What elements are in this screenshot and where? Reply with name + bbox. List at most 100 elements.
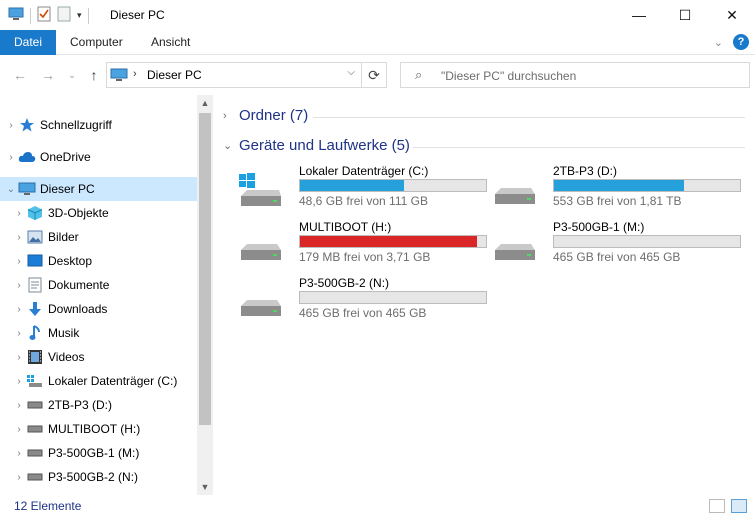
drive-tile-m[interactable]: P3-500GB-1 (M:) 465 GB frei von 465 GB — [491, 220, 741, 272]
up-arrow-icon[interactable]: ↑ — [84, 65, 104, 85]
expand-chevron-icon[interactable]: › — [4, 152, 18, 163]
sidebar-item-onedrive[interactable]: › OneDrive — [0, 145, 197, 169]
address-bar[interactable]: › Dieser PC ⌵ — [106, 62, 362, 88]
drive-name: P3-500GB-1 (M:) — [553, 220, 645, 234]
drive-tile-n[interactable]: P3-500GB-2 (N:) 465 GB frei von 465 GB — [237, 276, 487, 328]
drive-name: MULTIBOOT (H:) — [299, 220, 392, 234]
customize-toolbar-chevron-icon[interactable]: ▾ — [77, 10, 82, 21]
expand-chevron-icon[interactable]: › — [12, 304, 26, 315]
minimize-button[interactable]: — — [616, 0, 662, 30]
tab-computer[interactable]: Computer — [58, 30, 135, 55]
windows-drive-icon — [237, 168, 283, 212]
scroll-up-arrow-icon[interactable]: ▲ — [197, 95, 213, 111]
sidebar-item-lokaler-datentraeger-c[interactable]: › Lokaler Datenträger (C:) — [0, 369, 197, 393]
drive-tile-h[interactable]: MULTIBOOT (H:) 179 MB frei von 3,71 GB — [237, 220, 487, 272]
drive-tile-d[interactable]: 2TB-P3 (D:) 553 GB frei von 1,81 TB — [491, 164, 741, 216]
film-icon — [26, 349, 44, 365]
expand-chevron-icon[interactable]: › — [12, 328, 26, 339]
group-header-ordner[interactable]: › Ordner (7) — [223, 107, 308, 124]
ribbon-tabs: Datei Computer Ansicht ⌄ ? — [0, 30, 755, 55]
group-header-geraete-und-laufwerke[interactable]: ⌄ Geräte und Laufwerke (5) — [223, 137, 410, 154]
sidebar-item-musik[interactable]: › Musik — [0, 321, 197, 345]
drive-name: Lokaler Datenträger (C:) — [299, 164, 429, 178]
windows-drive-icon — [26, 373, 44, 389]
drive-icon — [26, 469, 44, 485]
search-input[interactable]: ⌕ "Dieser PC" durchsuchen — [400, 62, 750, 88]
expand-chevron-icon[interactable]: › — [12, 280, 26, 291]
drive-icon — [237, 224, 283, 268]
expand-chevron-icon[interactable]: › — [12, 472, 26, 483]
drive-icon — [26, 421, 44, 437]
sidebar-item-label: Bilder — [48, 230, 79, 244]
sidebar-item-bilder[interactable]: › Bilder — [0, 225, 197, 249]
drive-usage-bar — [299, 179, 487, 192]
drive-free-space: 553 GB frei von 1,81 TB — [553, 194, 682, 208]
recent-locations-chevron-icon[interactable]: ⌄ — [62, 65, 82, 85]
sidebar-item-multiboot-h[interactable]: › MULTIBOOT (H:) — [0, 417, 197, 441]
collapse-chevron-icon[interactable]: ⌄ — [223, 139, 239, 152]
tab-ansicht[interactable]: Ansicht — [139, 30, 202, 55]
expand-chevron-icon[interactable]: › — [12, 208, 26, 219]
group-title: Geräte und Laufwerke (5) — [239, 137, 410, 154]
expand-ribbon-chevron-icon[interactable]: ⌄ — [714, 36, 723, 49]
drive-usage-bar — [553, 235, 741, 248]
sidebar-item-label: Dokumente — [48, 278, 110, 292]
back-arrow-icon[interactable]: ← — [10, 65, 30, 85]
documents-icon — [26, 277, 44, 293]
expand-chevron-icon[interactable]: › — [12, 448, 26, 459]
window-title: Dieser PC — [110, 8, 165, 22]
sidebar-scrollbar[interactable]: ▲ ▼ — [197, 95, 213, 495]
drive-icon — [491, 168, 537, 212]
scrollbar-thumb[interactable] — [199, 113, 211, 425]
expand-chevron-icon[interactable]: › — [12, 376, 26, 387]
forward-arrow-icon[interactable]: → — [38, 65, 58, 85]
sidebar-item-videos[interactable]: › Videos — [0, 345, 197, 369]
expand-chevron-icon[interactable]: › — [12, 256, 26, 267]
drive-icon — [26, 445, 44, 461]
close-button[interactable]: ✕ — [709, 0, 755, 30]
breadcrumb-separator-icon[interactable]: › — [133, 68, 137, 80]
drive-free-space: 179 MB frei von 3,71 GB — [299, 250, 431, 264]
breadcrumb[interactable]: Dieser PC — [147, 68, 202, 82]
sidebar-item-desktop[interactable]: › Desktop — [0, 249, 197, 273]
properties-icon[interactable] — [37, 6, 51, 25]
expand-chevron-icon[interactable]: › — [12, 232, 26, 243]
expand-chevron-icon[interactable]: › — [12, 352, 26, 363]
group-divider — [313, 117, 745, 118]
group-title: Ordner (7) — [239, 107, 309, 124]
sidebar-item-label: Lokaler Datenträger (C:) — [48, 374, 178, 388]
desktop-icon — [26, 253, 44, 269]
drive-tile-c[interactable]: Lokaler Datenträger (C:) 48,6 GB frei vo… — [237, 164, 487, 216]
expand-chevron-icon[interactable]: › — [223, 110, 239, 122]
drive-free-space: 48,6 GB frei von 111 GB — [299, 194, 428, 208]
new-folder-icon[interactable] — [57, 6, 71, 25]
cube-icon — [26, 205, 44, 221]
collapse-chevron-icon[interactable]: ⌄ — [4, 184, 18, 195]
sidebar-item-3d-objekte[interactable]: › 3D-Objekte — [0, 201, 197, 225]
sidebar-item-2tb-p3-d[interactable]: › 2TB-P3 (D:) — [0, 393, 197, 417]
drive-usage-bar — [299, 235, 487, 248]
sidebar-item-label: Downloads — [48, 302, 108, 316]
address-dropdown-chevron-icon[interactable]: ⌵ — [347, 67, 355, 78]
help-button[interactable]: ? — [733, 34, 749, 50]
search-placeholder: "Dieser PC" durchsuchen — [441, 69, 577, 83]
sidebar-item-schnellzugriff[interactable]: › Schnellzugriff — [0, 113, 197, 137]
sidebar-item-dieser-pc[interactable]: ⌄ Dieser PC — [0, 177, 197, 201]
tiles-view-icon[interactable] — [731, 499, 747, 513]
tab-datei[interactable]: Datei — [0, 30, 57, 55]
expand-chevron-icon[interactable]: › — [4, 120, 18, 131]
navigation-bar: ← → ⌄ ↑ › Dieser PC ⌵ ⟳ ⌕ "Dieser PC" du… — [0, 55, 755, 95]
expand-chevron-icon[interactable]: › — [12, 400, 26, 411]
sidebar-item-p3-500gb-2-n[interactable]: › P3-500GB-2 (N:) — [0, 465, 197, 489]
drive-usage-fill — [300, 236, 478, 247]
expand-chevron-icon[interactable]: › — [12, 424, 26, 435]
ribbon-controls: ⌄ ? — [714, 34, 749, 50]
details-view-icon[interactable] — [709, 499, 725, 513]
refresh-button[interactable]: ⟳ — [362, 62, 387, 88]
sidebar-item-dokumente[interactable]: › Dokumente — [0, 273, 197, 297]
maximize-button[interactable]: ☐ — [662, 0, 708, 30]
scroll-down-arrow-icon[interactable]: ▼ — [197, 479, 213, 495]
sidebar-item-downloads[interactable]: › Downloads — [0, 297, 197, 321]
drive-usage-bar — [553, 179, 741, 192]
sidebar-item-p3-500gb-1-m[interactable]: › P3-500GB-1 (M:) — [0, 441, 197, 465]
